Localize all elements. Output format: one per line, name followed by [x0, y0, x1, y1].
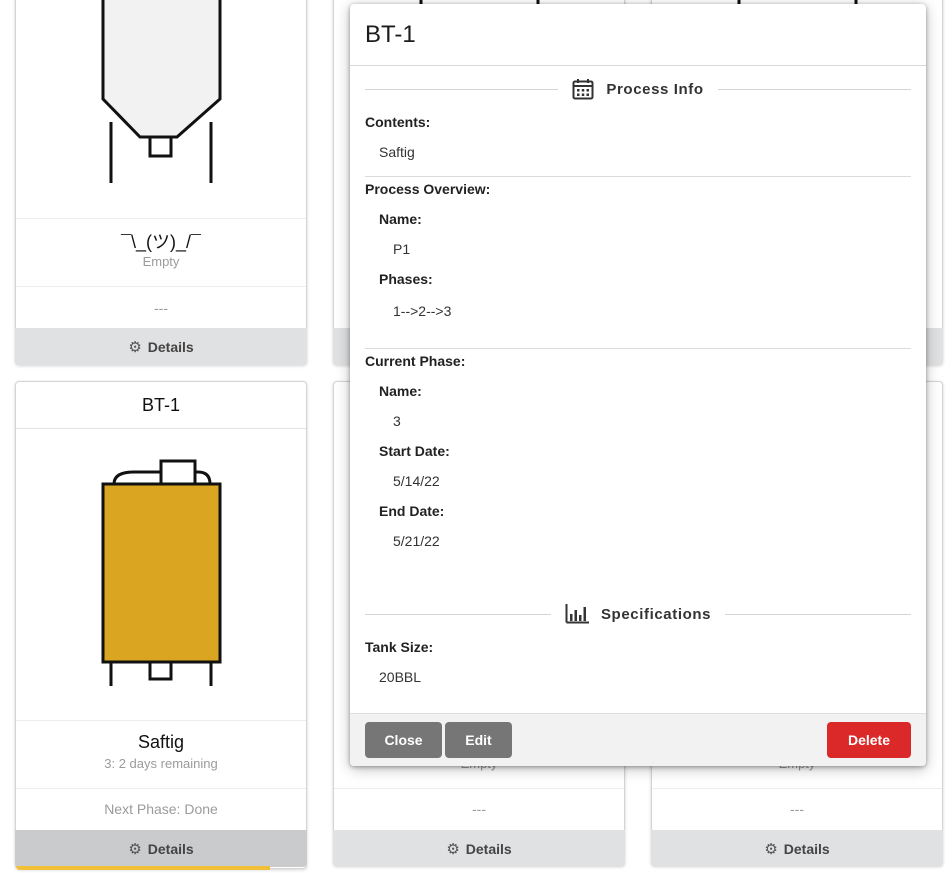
- current-name-label: Name:: [379, 383, 422, 399]
- tank-size-label: Tank Size:: [365, 639, 434, 655]
- start-date-label: Start Date:: [379, 443, 450, 459]
- contents-value: Saftig: [379, 144, 415, 160]
- tank-card-title: ¯\_(ツ)_/¯: [121, 232, 201, 252]
- gear-icon: ⚙: [128, 840, 142, 858]
- process-overview-label: Process Overview:: [365, 181, 491, 197]
- tank-card-next-phase: Next Phase: Done: [104, 801, 218, 817]
- process-info-heading: Process Info: [606, 80, 704, 98]
- process-info-divider: Process Info: [365, 77, 912, 101]
- tank-card-next-phase: ---: [154, 300, 168, 316]
- calendar-icon: [572, 79, 594, 100]
- details-button[interactable]: ⚙ Details: [15, 328, 307, 365]
- close-button[interactable]: Close: [365, 722, 442, 758]
- overview-name-value: P1: [393, 241, 411, 257]
- modal-content: Process Info Contents: Saftig Process Ov…: [350, 66, 926, 713]
- tank-card-next-phase: ---: [472, 801, 486, 817]
- tank-card-header: BT-1: [16, 382, 306, 429]
- edit-button[interactable]: Edit: [445, 722, 512, 758]
- phase-progress-bar: [16, 866, 270, 870]
- gear-icon: ⚙: [128, 338, 142, 356]
- start-date-value: 5/14/22: [393, 473, 440, 489]
- specifications-divider: Specifications: [365, 602, 912, 626]
- specifications-heading: Specifications: [600, 605, 712, 623]
- tank-card-top-left: ¯\_(ツ)_/¯ Empty --- ⚙ Details: [15, 0, 307, 365]
- delete-button[interactable]: Delete: [827, 722, 911, 758]
- brite-tank-icon: [101, 459, 222, 686]
- phases-label: Phases:: [379, 271, 433, 287]
- details-button-label: Details: [147, 338, 194, 355]
- tank-card-next-phase: ---: [790, 801, 804, 817]
- details-button[interactable]: ⚙ Details: [333, 830, 625, 867]
- phases-value: 1-->2-->3: [393, 303, 452, 319]
- modal-title: BT-1: [350, 4, 926, 66]
- tank-card-status: Empty: [142, 254, 180, 269]
- contents-label: Contents:: [365, 114, 431, 130]
- tank-card-status: 3: 2 days remaining: [104, 756, 218, 771]
- details-button[interactable]: ⚙ Details: [15, 830, 307, 867]
- current-phase-label: Current Phase:: [365, 353, 466, 369]
- modal-actions: Close Edit Delete: [350, 713, 926, 766]
- current-name-value: 3: [393, 413, 401, 429]
- overview-name-label: Name:: [379, 211, 422, 227]
- gear-icon: ⚙: [446, 840, 460, 858]
- gear-icon: ⚙: [764, 840, 778, 858]
- tank-card-bt-1: BT-1 Saftig 3: 2 days remaining Next Pha…: [15, 381, 307, 870]
- details-button-label: Details: [465, 840, 512, 857]
- tank-details-modal: BT-1 Process Info Contents: Saftig Proce…: [350, 4, 926, 766]
- details-button[interactable]: ⚙ Details: [651, 830, 943, 867]
- end-date-label: End Date:: [379, 503, 445, 519]
- details-button-label: Details: [147, 840, 194, 857]
- conical-fermenter-icon: [101, 0, 222, 183]
- bar-chart-icon: [565, 604, 589, 624]
- tank-card-title: Saftig: [137, 732, 185, 752]
- end-date-value: 5/21/22: [393, 533, 440, 549]
- details-button-label: Details: [783, 840, 830, 857]
- tank-size-value: 20BBL: [379, 669, 422, 685]
